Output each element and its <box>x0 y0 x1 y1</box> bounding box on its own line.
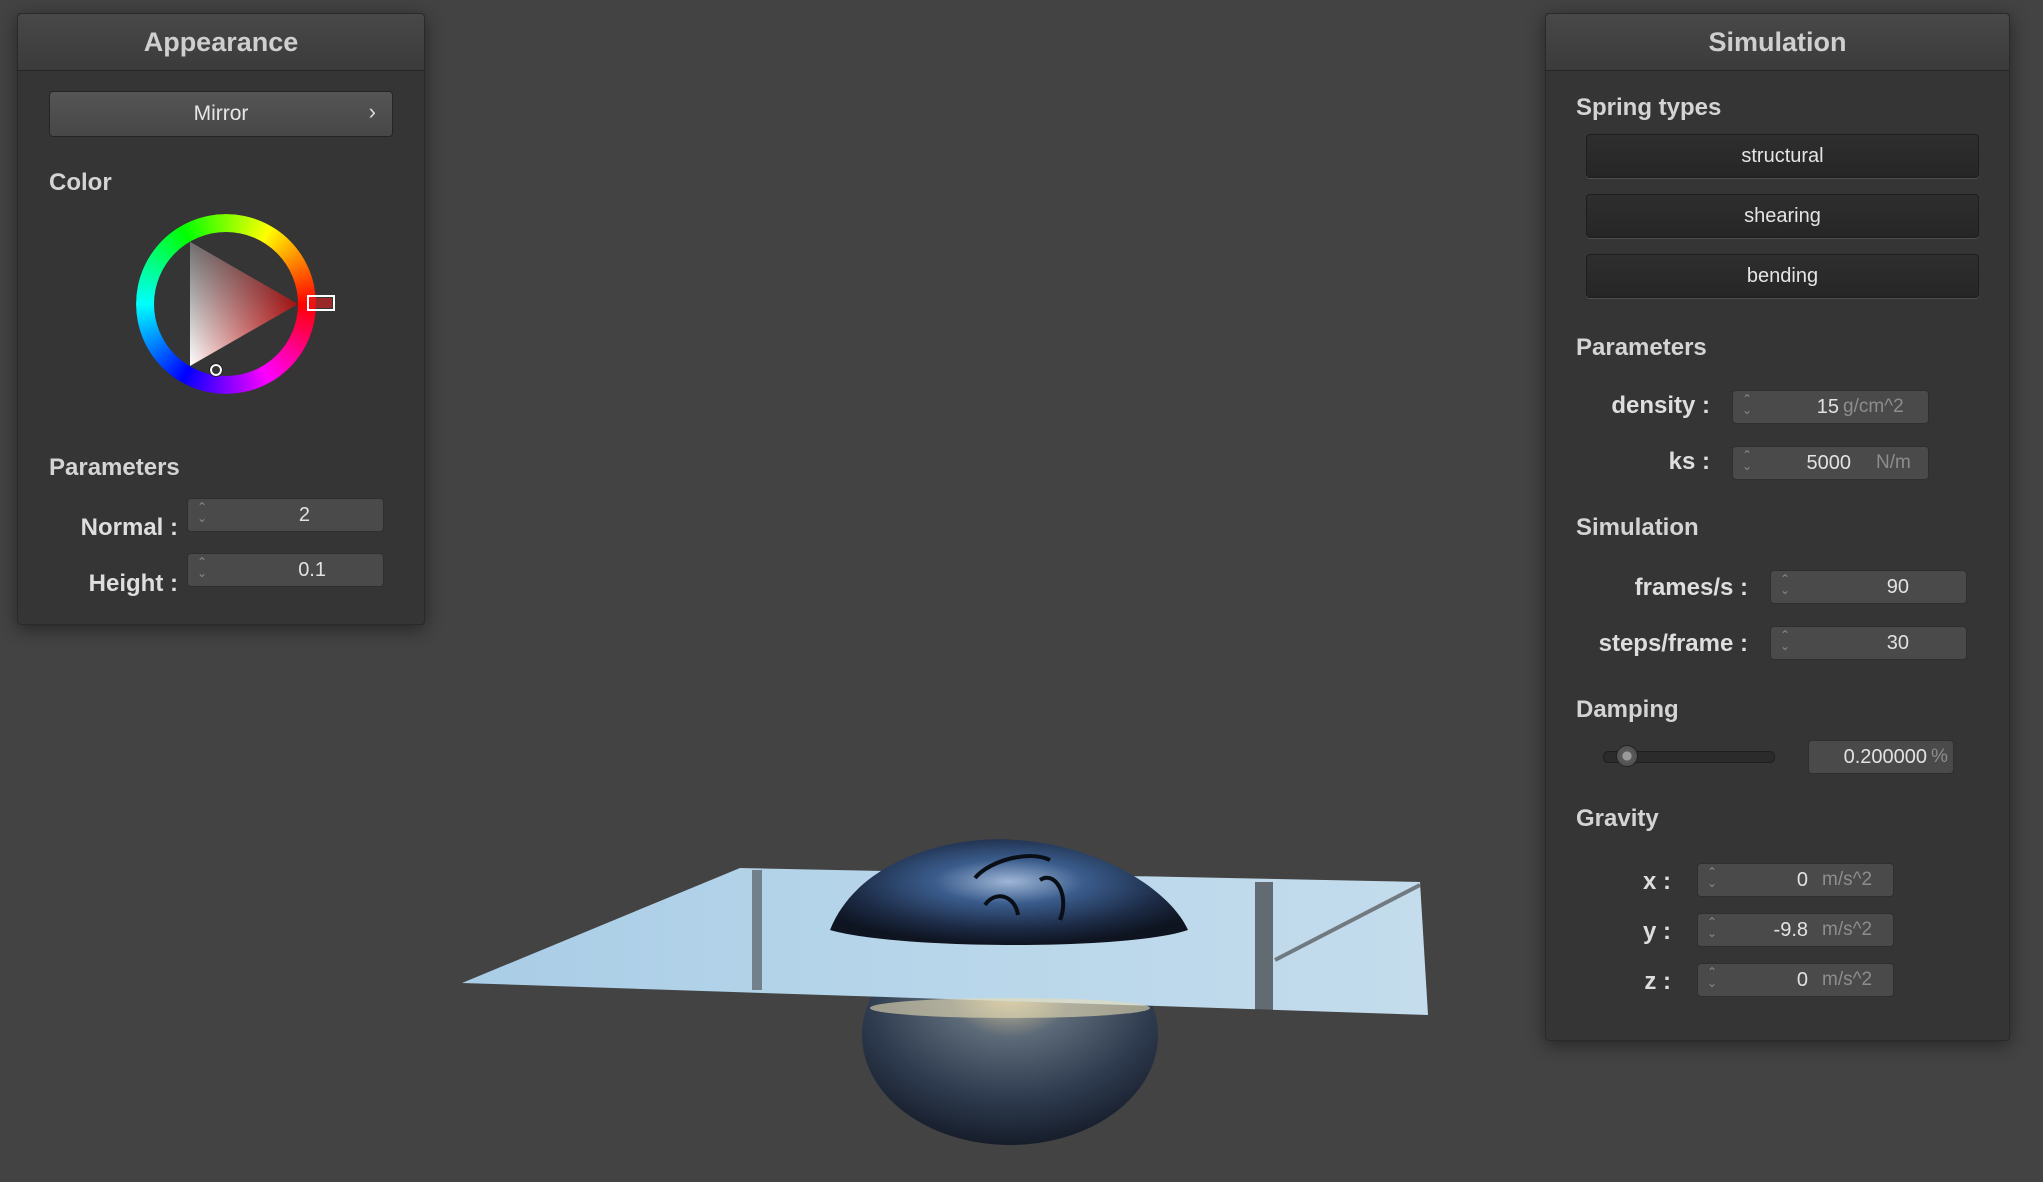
spin-arrows-icon[interactable]: ⌃ ⌄ <box>1741 393 1753 420</box>
spin-arrows-icon[interactable]: ⌃ ⌄ <box>1706 916 1718 943</box>
spring-types-label: Spring types <box>1576 94 1722 121</box>
height-value: 0.1 <box>298 559 326 581</box>
steps-label: steps/frame : <box>1598 630 1748 657</box>
ks-value: 5000 <box>1806 452 1852 474</box>
density-spinbox[interactable]: ⌃ ⌄ 15 g/cm^2 <box>1732 390 1929 424</box>
spin-arrows-icon[interactable]: ⌃ ⌄ <box>1706 966 1718 993</box>
color-label: Color <box>49 169 112 196</box>
density-unit: g/cm^2 <box>1843 396 1904 417</box>
appearance-parameters-label: Parameters <box>49 454 180 481</box>
steps-value: 30 <box>1886 632 1909 654</box>
sphere-upper <box>830 839 1188 945</box>
density-label: density : <box>1611 392 1710 419</box>
shader-select-button[interactable]: Mirror › <box>49 91 393 137</box>
appearance-panel-title[interactable]: Appearance <box>18 14 424 71</box>
ks-unit: N/m <box>1876 452 1911 473</box>
gravity-y-unit: m/s^2 <box>1822 919 1873 940</box>
fps-spinbox[interactable]: ⌃ ⌄ 90 <box>1770 570 1967 604</box>
height-label: Height : <box>88 570 178 597</box>
gravity-z-unit: m/s^2 <box>1822 969 1873 990</box>
gravity-z-spinbox[interactable]: ⌃ ⌄ 0 m/s^2 <box>1697 963 1894 997</box>
appearance-panel: Appearance Mirror › Color Parameters Nor… <box>17 13 425 625</box>
gravity-label: Gravity <box>1576 805 1659 832</box>
damping-value: 0.200000 <box>1843 746 1927 768</box>
gravity-y-spinbox[interactable]: ⌃ ⌄ -9.8 m/s^2 <box>1697 913 1894 947</box>
shearing-toggle-button[interactable]: shearing <box>1586 194 1979 238</box>
normal-value: 2 <box>298 504 310 526</box>
spin-arrows-icon[interactable]: ⌃ ⌄ <box>1779 573 1791 600</box>
simulation-panel: Simulation Spring types structural shear… <box>1545 13 2010 1041</box>
fps-label: frames/s : <box>1634 574 1748 601</box>
shader-select-label: Mirror <box>193 102 249 125</box>
damping-unit: % <box>1931 746 1948 767</box>
damping-field[interactable]: 0.200000 % <box>1808 740 1954 774</box>
normal-label: Normal : <box>80 514 178 541</box>
spin-arrows-icon[interactable]: ⌃ ⌄ <box>196 501 208 528</box>
sim-simulation-label: Simulation <box>1576 514 1699 541</box>
bending-toggle-button[interactable]: bending <box>1586 254 1979 298</box>
spin-arrows-icon[interactable]: ⌃ ⌄ <box>1706 866 1718 893</box>
structural-toggle-button[interactable]: structural <box>1586 134 1979 178</box>
sphere-horizon <box>870 998 1150 1018</box>
color-wheel[interactable] <box>136 214 336 414</box>
damping-label: Damping <box>1576 696 1679 723</box>
cloth-reflection <box>1255 882 1273 1010</box>
height-spinbox[interactable]: ⌃ ⌄ 0.1 <box>187 553 384 587</box>
ks-spinbox[interactable]: ⌃ ⌄ 5000 N/m <box>1732 446 1929 480</box>
fps-value: 90 <box>1886 576 1909 598</box>
gravity-x-value: 0 <box>1796 869 1808 891</box>
gravity-x-label: x : <box>1642 868 1671 895</box>
gravity-x-spinbox[interactable]: ⌃ ⌄ 0 m/s^2 <box>1697 863 1894 897</box>
gravity-z-value: 0 <box>1796 969 1808 991</box>
spin-arrows-icon[interactable]: ⌃ ⌄ <box>196 556 208 583</box>
sim-parameters-label: Parameters <box>1576 334 1707 361</box>
chevron-right-icon: › <box>368 99 376 124</box>
gravity-x-unit: m/s^2 <box>1822 869 1873 890</box>
spin-arrows-icon[interactable]: ⌃ ⌄ <box>1779 629 1791 656</box>
spin-arrows-icon[interactable]: ⌃ ⌄ <box>1741 449 1753 476</box>
normal-spinbox[interactable]: ⌃ ⌄ 2 <box>187 498 384 532</box>
simulation-panel-title[interactable]: Simulation <box>1546 14 2009 71</box>
damping-slider-knob[interactable] <box>1616 745 1638 767</box>
cloth-reflection <box>752 870 762 990</box>
steps-spinbox[interactable]: ⌃ ⌄ 30 <box>1770 626 1967 660</box>
gravity-z-label: z : <box>1644 968 1671 995</box>
gravity-y-value: -9.8 <box>1773 919 1808 941</box>
ks-label: ks : <box>1668 448 1710 475</box>
density-value: 15 <box>1816 396 1839 418</box>
gravity-y-label: y : <box>1642 918 1671 945</box>
